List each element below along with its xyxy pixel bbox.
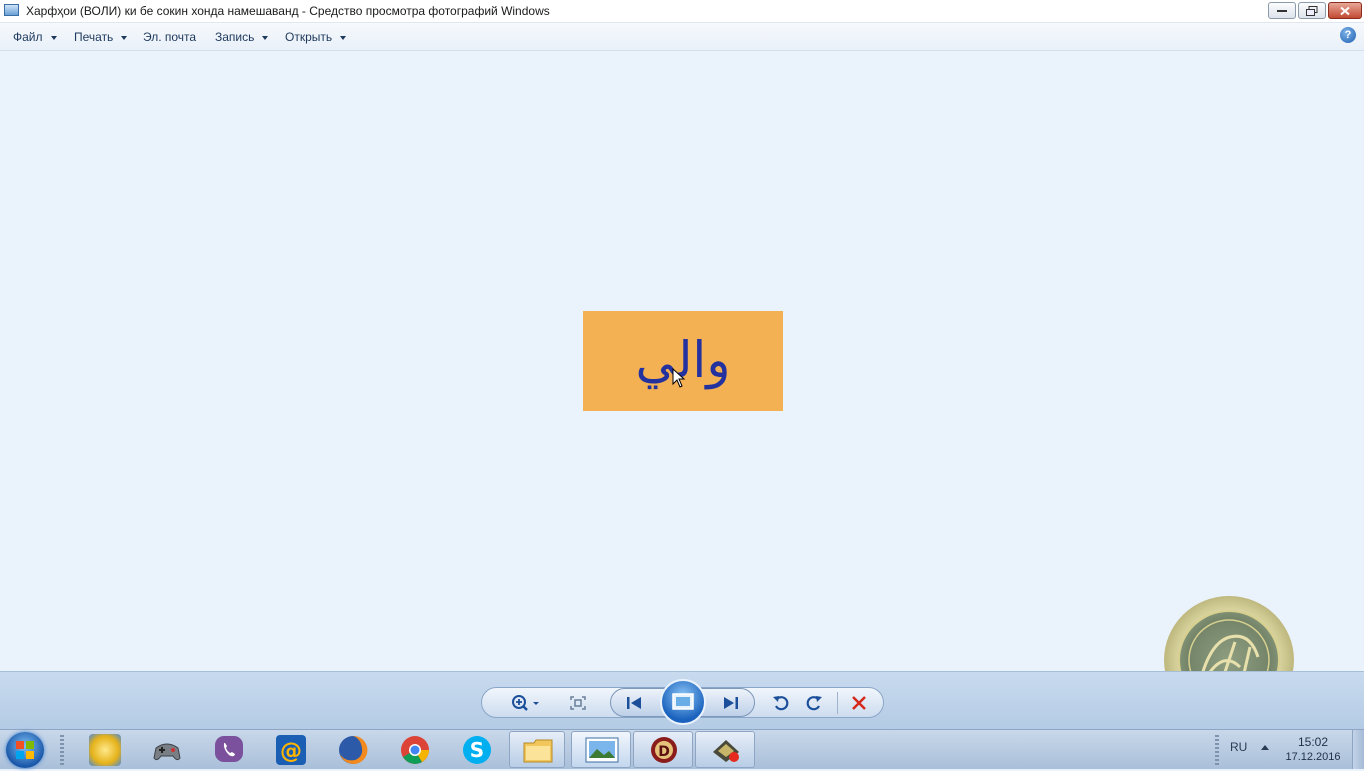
minimize-button[interactable] [1268,2,1296,19]
menu-file-label: Файл [13,30,43,44]
menu-open[interactable]: Открыть [285,30,347,44]
show-desktop-button[interactable] [1352,730,1364,769]
skype-icon[interactable]: S [461,734,493,766]
taskbar-photo-viewer-button[interactable] [571,731,631,768]
language-indicator[interactable]: RU [1230,740,1247,754]
explorer-icon [523,739,553,763]
rotate-right-icon[interactable] [805,694,823,712]
recorder-icon [713,740,739,762]
menu-open-label: Открыть [285,30,333,44]
clock-date[interactable]: 17.12.2016 [1282,751,1344,763]
photo-viewer-icon [585,737,619,763]
chevron-down-icon [121,35,128,40]
viber-icon[interactable] [213,734,245,766]
minimize-icon [1277,9,1287,12]
taskbar-app-button[interactable]: D [633,731,693,768]
restore-button[interactable] [1298,2,1326,19]
chrome-icon[interactable] [399,734,431,766]
photo-viewer-app-icon [4,4,19,16]
restore-icon [1306,5,1318,16]
rotate-left-icon[interactable] [772,694,790,712]
close-icon [1340,6,1350,15]
svg-text:@: @ [280,739,302,764]
menu-print-label: Печать [74,30,114,44]
displayed-photo: والي [583,311,783,411]
delete-icon[interactable] [851,695,867,711]
actual-size-icon[interactable] [570,696,586,710]
menu-email-label: Эл. почта [143,30,197,44]
help-icon[interactable]: ? [1340,27,1356,43]
start-button[interactable] [6,732,44,768]
svg-text:D: D [658,744,670,760]
taskbar-recorder-button[interactable] [695,731,755,768]
games-icon[interactable] [151,734,183,766]
mail-icon[interactable]: @ [275,734,307,766]
show-hidden-icons-icon[interactable] [1261,745,1269,750]
app-icon: D [651,737,677,763]
taskbar: @ S D RU 15:02 17.12.2016 [0,729,1364,769]
firefox-icon[interactable] [337,734,369,766]
viewer-control-bar [0,671,1364,730]
next-icon[interactable] [723,696,739,710]
menu-burn-label: Запись [215,30,255,44]
mouse-cursor-icon [672,368,686,388]
close-window-button[interactable] [1328,2,1362,19]
menu-file[interactable]: Файл [13,30,57,44]
tray-grip [1215,735,1219,765]
title-bar: Харфҳои (ВОЛИ) ки бе сокин хонда намешав… [0,0,1364,23]
menu-print[interactable]: Печать [74,30,128,44]
menu-burn[interactable]: Запись [215,30,269,44]
windows-logo-icon [16,741,34,759]
slideshow-button[interactable] [660,679,706,725]
slideshow-icon [672,693,694,710]
previous-icon[interactable] [626,696,642,710]
zoom-icon[interactable] [510,694,542,712]
svg-text:S: S [470,738,484,762]
chevron-down-icon [340,35,347,40]
window-title: Харфҳои (ВОЛИ) ки бе сокин хонда намешав… [26,4,550,18]
control-separator [837,692,838,714]
taskbar-grip [60,735,64,765]
menu-email[interactable]: Эл. почта [143,30,196,44]
chevron-down-icon [50,35,57,40]
menu-bar: Файл Печать Эл. почта Запись Открыть ? [0,23,1364,51]
taskbar-explorer-button[interactable] [509,731,565,768]
media-center-icon[interactable] [89,734,121,766]
chevron-down-icon [262,35,269,40]
clock-time[interactable]: 15:02 [1286,735,1340,749]
